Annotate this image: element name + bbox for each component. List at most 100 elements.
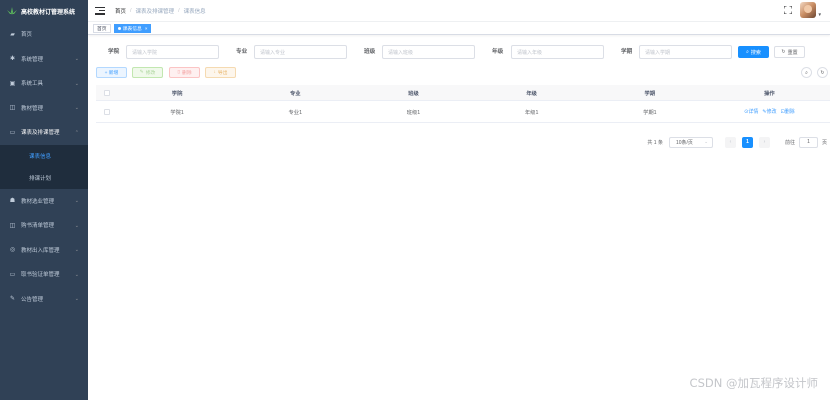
edit-icon: ✎	[139, 70, 144, 75]
refresh-button[interactable]: ↻	[817, 67, 828, 78]
sidebar-subitem-schedule-plan[interactable]: 排课计划	[0, 167, 88, 189]
reset-button-label: 重置	[787, 49, 798, 56]
sidebar-item-inventory[interactable]: ◎ 教材出入库管理 ⌄	[0, 238, 88, 263]
export-button-label: 导出	[217, 71, 228, 76]
trash-icon: ▯	[177, 70, 181, 75]
major-input[interactable]: 请输入专业	[254, 45, 347, 59]
navbar: 首页 / 课表及排课管理 / 课表信息 ▼	[88, 0, 830, 22]
goto-page-input[interactable]: 1	[798, 136, 818, 148]
chevron-down-icon: ⌄	[74, 296, 79, 303]
grade-input[interactable]: 请输入年级	[511, 45, 604, 59]
sidebar-subitem-label: 排课计划	[29, 175, 52, 182]
app-title: 高校教材订管理系统	[21, 9, 76, 16]
sidebar-item-home[interactable]: ▰ 首页	[0, 22, 88, 47]
sidebar-item-tools[interactable]: ▣ 系统工具 ⌄	[0, 71, 88, 96]
breadcrumb-home[interactable]: 首页	[115, 7, 126, 15]
table-row[interactable]: 学院1 专业1 班级1 年级1 学期1 ⊙详情 ✎修改 ⊡删除	[96, 101, 830, 123]
tag-label: 课表信息	[122, 26, 142, 32]
select-all-cell	[96, 89, 118, 96]
detail-link[interactable]: ⊙详情	[744, 108, 758, 115]
sidebar-item-selection[interactable]: ☗ 教材选业管理 ⌄	[0, 189, 88, 214]
select-all-checkbox[interactable]	[104, 89, 110, 96]
hamburger-icon[interactable]	[95, 6, 105, 15]
user-group-icon: ☗	[9, 198, 16, 205]
page-size-select[interactable]: 10条/页 ⌄	[668, 136, 713, 148]
tag-schedule-info[interactable]: 课表信息 ×	[113, 23, 152, 33]
sidebar-item-label: 系统工具	[21, 81, 44, 88]
table-header: 学院 专业 班级 年级 学期 操作	[96, 85, 830, 101]
sidebar-item-label: 首页	[21, 32, 33, 39]
table-cell: 专业1	[288, 109, 303, 116]
column-header: 学期	[644, 90, 656, 97]
edit-button[interactable]: ✎ 修改	[132, 67, 163, 78]
tags-view: 首页 课表信息 ×	[88, 22, 830, 35]
sidebar-item-system[interactable]: ✱ 系统管理 ⌄	[0, 47, 88, 72]
active-dot-icon	[117, 26, 121, 30]
add-button-label: + 新增	[104, 71, 119, 76]
next-page-button[interactable]: ›	[758, 136, 770, 148]
submenu-schedule: 课表信息 排课计划	[0, 144, 88, 189]
watermark: CSDN @加瓦程序设计师	[689, 376, 818, 390]
chevron-up-icon: ⌃	[74, 129, 79, 136]
logo-icon	[7, 7, 17, 15]
fullscreen-icon[interactable]	[783, 5, 793, 15]
major-label: 专业	[236, 49, 248, 55]
page-jumper: 前往 1 页	[784, 136, 827, 148]
edit-icon: ✎	[9, 296, 16, 303]
close-icon[interactable]: ×	[145, 26, 148, 31]
sidebar-item-label: 购书清单管理	[21, 223, 55, 230]
sidebar-item-label: 课表及排课管理	[21, 130, 60, 137]
column-header: 班级	[408, 90, 419, 97]
sidebar-item-purchase[interactable]: ◫ 购书清单管理 ⌄	[0, 213, 88, 238]
edit-button-label: 修改	[145, 71, 156, 76]
app-logo[interactable]: 高校教材订管理系统	[0, 0, 88, 22]
row-checkbox[interactable]	[104, 108, 110, 115]
toggle-search-button[interactable]: ⌕	[801, 67, 812, 78]
delete-link-label: 删除	[784, 109, 795, 115]
delete-link[interactable]: ⊡删除	[781, 108, 795, 115]
row-actions: ⊙详情 ✎修改 ⊡删除	[709, 108, 830, 115]
tag-home[interactable]: 首页	[93, 23, 111, 33]
page-number-current[interactable]: 1	[741, 136, 753, 148]
table-cell: 学期1	[643, 109, 657, 116]
goto-prefix: 前往	[784, 139, 795, 146]
semester-input[interactable]: 请输入学期	[639, 45, 732, 59]
edit-link[interactable]: ✎修改	[762, 108, 776, 115]
search-button[interactable]: ⌕ 搜索	[738, 46, 769, 58]
column-header: 专业	[289, 90, 301, 97]
caret-down-icon[interactable]: ▼	[818, 12, 822, 17]
delete-button[interactable]: ▯ 删除	[169, 67, 200, 78]
search-button-label: 搜索	[750, 49, 761, 56]
export-button[interactable]: ↓ 导出	[205, 67, 236, 78]
total-count: 共 1 条	[647, 139, 663, 146]
search-icon: ⌕	[746, 49, 749, 55]
breadcrumb-separator: /	[130, 7, 132, 14]
chevron-down-icon: ⌄	[74, 271, 79, 278]
sidebar-item-textbooks[interactable]: ◫ 教材管理 ⌄	[0, 96, 88, 121]
monitor-icon: ▭	[9, 129, 16, 136]
search-form: 学院 请输入学院 专业 请输入专业 班级 请输入班级 年级 请输入年级 学期 请…	[96, 44, 826, 60]
sidebar-item-notice[interactable]: ✎ 公告管理 ⌄	[0, 287, 88, 312]
class-label: 班级	[364, 49, 376, 55]
add-button[interactable]: + 新增	[96, 67, 127, 78]
sidebar-item-schedule[interactable]: ▭ 课表及排课管理 ⌃	[0, 120, 88, 145]
refresh-icon: ↻	[820, 69, 825, 76]
sidebar-item-label: 教材选业管理	[21, 198, 55, 205]
sidebar-subitem-schedule-info[interactable]: 课表信息	[0, 145, 88, 167]
chevron-down-icon: ⌄	[74, 105, 79, 112]
chevron-down-icon: ⌄	[74, 56, 79, 63]
chevron-down-icon: ⌄	[74, 247, 79, 254]
delete-button-label: 删除	[182, 71, 192, 76]
sidebar-item-label: 教材管理	[21, 105, 44, 112]
navbar-right: ▼	[783, 2, 822, 18]
prev-page-button[interactable]: ‹	[724, 136, 736, 148]
reset-button[interactable]: ↻ 重置	[774, 46, 805, 58]
chevron-down-icon: ⌄	[74, 80, 79, 87]
goto-suffix: 页	[821, 139, 827, 146]
college-input[interactable]: 请输入学院	[126, 45, 219, 59]
sidebar-item-verify[interactable]: ▭ 取书验证单管理 ⌄	[0, 262, 88, 287]
class-input[interactable]: 请输入班级	[382, 45, 475, 59]
breadcrumb-current: 课表信息	[183, 8, 206, 15]
verify-icon: ▭	[9, 271, 16, 278]
avatar[interactable]	[799, 2, 816, 18]
